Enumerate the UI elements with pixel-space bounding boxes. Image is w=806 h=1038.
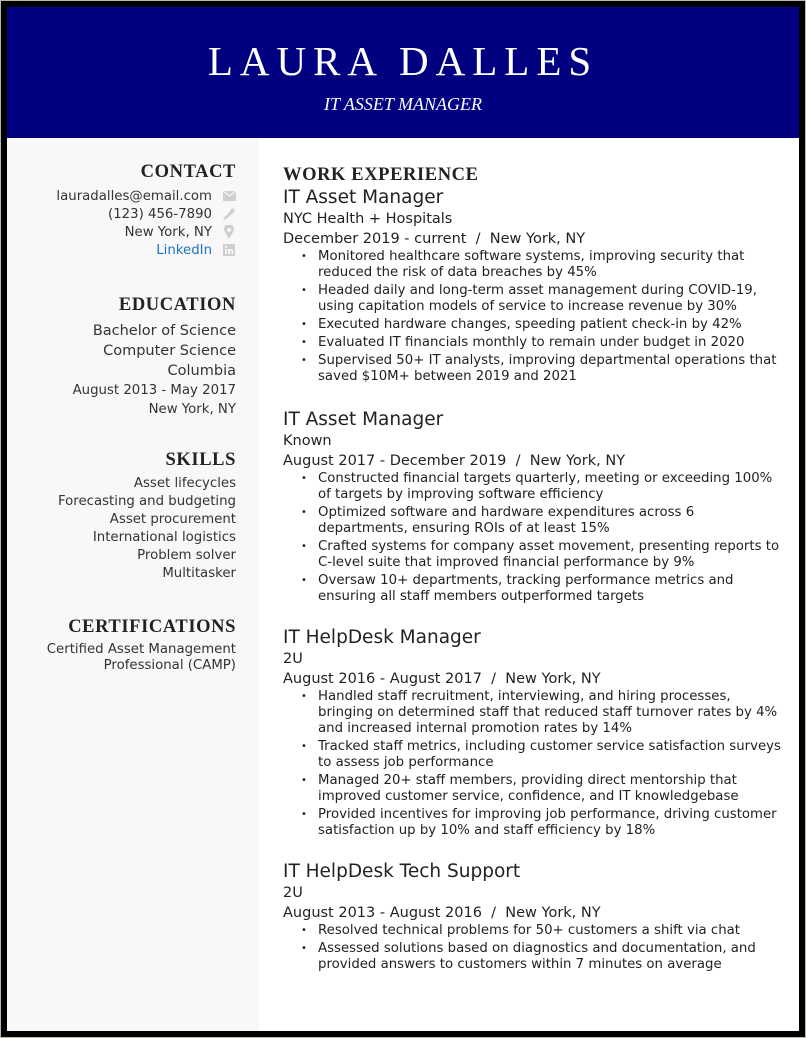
job-bullet: Constructed financial targets quarterly,… (301, 471, 783, 503)
work-experience-heading: WORK EXPERIENCE (283, 165, 479, 185)
skills-section: SKILLS Asset lifecycles Forecasting and … (7, 449, 236, 583)
certifications-heading: CERTIFICATIONS (68, 617, 236, 637)
skill-item: International logistics (92, 530, 236, 545)
job-bullet: Provided incentives for improving job pe… (301, 807, 783, 839)
job-title: IT Asset Manager (283, 409, 444, 430)
job-entry: IT HelpDesk Manager 2U August 2016 - Aug… (283, 627, 783, 841)
education-dates: August 2013 - May 2017 (72, 383, 236, 398)
contact-linkedin: LinkedIn (7, 241, 236, 259)
skill-item: Asset lifecycles (133, 476, 236, 491)
education-heading: EDUCATION (118, 295, 236, 315)
contact-section: CONTACT lauradalles@email.com (123) 456-… (7, 161, 236, 259)
phone-text: (123) 456-7890 (108, 206, 212, 222)
job-bullet: Crafted systems for company asset moveme… (301, 539, 783, 571)
contact-phone: (123) 456-7890 (7, 205, 236, 223)
education-degree: Bachelor of Science (92, 323, 236, 339)
job-company: 2U (283, 651, 303, 667)
job-bullet: Tracked staff metrics, including custome… (301, 739, 783, 771)
skill-item: Multitasker (162, 566, 236, 581)
linkedin-icon (222, 243, 236, 257)
job-bullet: Monitored healthcare software systems, i… (301, 249, 783, 281)
job-title: IT Asset Manager (283, 187, 444, 208)
candidate-title: IT ASSET MANAGER (323, 94, 482, 114)
job-dates: August 2013 - August 2016 / New York, NY (283, 905, 601, 921)
email-text[interactable]: lauradalles@email.com (56, 189, 212, 204)
candidate-name: LAURA DALLES (207, 38, 599, 84)
job-bullet: Managed 20+ staff members, providing dir… (301, 773, 783, 805)
job-company: Known (283, 433, 332, 449)
sidebar: CONTACT lauradalles@email.com (123) 456-… (7, 138, 259, 1031)
job-entry: IT Asset Manager NYC Health + Hospitals … (283, 187, 783, 387)
education-school: Columbia (167, 363, 236, 379)
skills-heading: SKILLS (165, 450, 236, 470)
skill-item: Asset procurement (109, 512, 236, 527)
education-location: New York, NY (148, 402, 236, 417)
contact-email: lauradalles@email.com (7, 187, 236, 205)
job-bullet: Executed hardware changes, speeding pati… (301, 317, 783, 333)
certification-line: Professional (CAMP) (103, 658, 236, 673)
job-title: IT HelpDesk Tech Support (283, 861, 521, 882)
job-company: NYC Health + Hospitals (283, 211, 453, 227)
job-bullets: Constructed financial targets quarterly,… (283, 471, 783, 605)
job-bullets: Handled staff recruitment, interviewing,… (283, 689, 783, 839)
job-entry: IT Asset Manager Known August 2017 - Dec… (283, 409, 783, 607)
contact-heading: CONTACT (140, 162, 236, 182)
job-bullet: Supervised 50+ IT analysts, improving de… (301, 353, 783, 385)
job-company: 2U (283, 885, 303, 901)
certifications-section: CERTIFICATIONS Certified Asset Managemen… (7, 616, 236, 674)
job-bullets: Resolved technical problems for 50+ cust… (283, 923, 783, 973)
location-text: New York, NY (124, 224, 212, 240)
job-bullet: Oversaw 10+ departments, tracking perfor… (301, 573, 783, 605)
skill-item: Forecasting and budgeting (57, 494, 236, 509)
job-dates: August 2016 - August 2017 / New York, NY (283, 671, 601, 687)
job-bullet: Resolved technical problems for 50+ cust… (301, 923, 783, 939)
skill-item: Problem solver (137, 548, 236, 563)
contact-location: New York, NY (7, 223, 236, 241)
job-bullet: Optimized software and hardware expendit… (301, 505, 783, 537)
job-bullets: Monitored healthcare software systems, i… (283, 249, 783, 385)
job-bullet: Headed daily and long-term asset managem… (301, 283, 783, 315)
certification-line: Certified Asset Management (46, 642, 236, 657)
linkedin-link[interactable]: LinkedIn (156, 243, 212, 258)
job-bullet: Evaluated IT financials monthly to remai… (301, 335, 783, 351)
resume-header: LAURA DALLES IT ASSET MANAGER (7, 7, 799, 138)
phone-icon (222, 207, 236, 221)
resume-page: LAURA DALLES IT ASSET MANAGER CONTACT la… (7, 7, 799, 1031)
envelope-icon (222, 189, 236, 203)
job-dates: August 2017 - December 2019 / New York, … (283, 453, 626, 469)
job-entry: IT HelpDesk Tech Support 2U August 2013 … (283, 861, 783, 975)
job-bullet: Handled staff recruitment, interviewing,… (301, 689, 783, 737)
education-section: EDUCATION Bachelor of Science Computer S… (7, 294, 236, 419)
education-major: Computer Science (103, 343, 236, 359)
job-title: IT HelpDesk Manager (283, 627, 481, 648)
job-dates: December 2019 - current / New York, NY (283, 231, 586, 247)
job-bullet: Assessed solutions based on diagnostics … (301, 941, 783, 973)
map-pin-icon (222, 225, 236, 239)
